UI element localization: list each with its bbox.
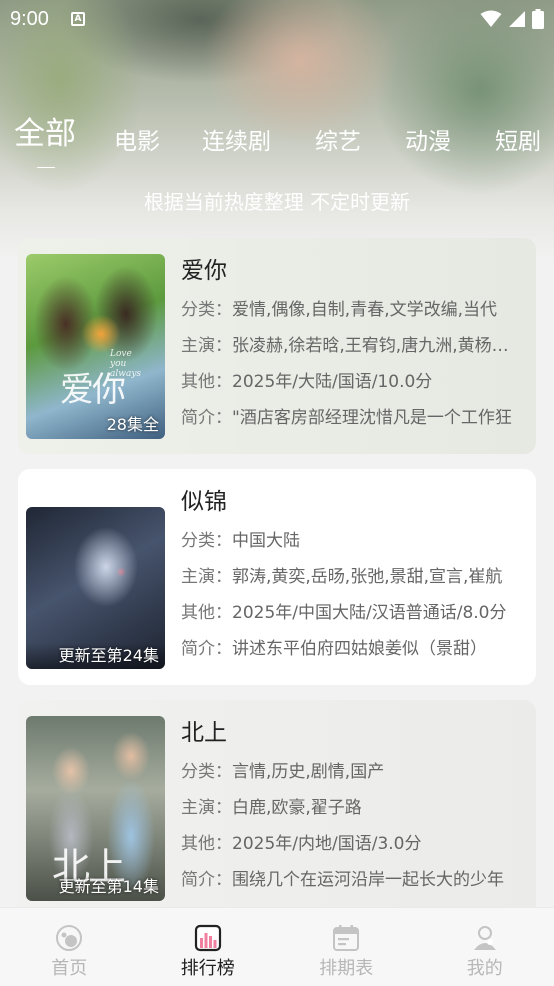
tab-label: 动漫: [405, 129, 451, 155]
intro-value: 讲述东平伯府四姑娘姜似（景甜）: [232, 639, 487, 659]
tab-label: 连续剧: [202, 129, 271, 155]
calendar-icon: [333, 925, 360, 951]
category-value: 中国大陆: [232, 531, 300, 551]
other-value: 2025年/内地/国语/3.0分: [232, 834, 422, 854]
category-value: 言情,历史,剧情,国产: [232, 762, 385, 782]
item-title: 北上: [181, 720, 227, 746]
cast-row: 主演：白鹿,欧豪,翟子路: [181, 790, 519, 826]
other-row: 其他：2025年/内地/国语/3.0分: [181, 826, 519, 862]
nav-ranking[interactable]: 排行榜: [139, 908, 278, 986]
ranking-list: Love you always 爱你 28集全 爱你 分类：爱情,偶像,自制,青…: [18, 238, 536, 931]
category-row: 分类：言情,历史,剧情,国产: [181, 754, 519, 790]
tab-series[interactable]: 连续剧: [202, 122, 271, 156]
tab-variety[interactable]: 综艺: [315, 122, 361, 156]
nav-label: 我的: [466, 958, 503, 979]
nav-profile[interactable]: 我的: [416, 908, 554, 986]
tab-label: 综艺: [315, 129, 361, 155]
cast-label: 主演：: [181, 336, 232, 356]
profile-icon: [473, 926, 496, 950]
other-label: 其他：: [181, 603, 232, 623]
tab-movie[interactable]: 电影: [114, 122, 160, 156]
bottom-navigation: 首页 排行榜 排期表 我的: [0, 907, 554, 986]
other-label: 其他：: [181, 834, 232, 854]
nav-label: 首页: [51, 958, 88, 979]
list-item[interactable]: Love you always 爱你 28集全 爱你 分类：爱情,偶像,自制,青…: [18, 238, 536, 454]
category-label: 分类：: [181, 300, 232, 320]
item-info: 似锦 分类：中国大陆 主演：郭涛,黄奕,岳旸,张弛,景甜,宣言,崔航 其他：20…: [181, 485, 521, 685]
battery-icon: [532, 9, 544, 29]
other-value: 2025年/大陆/国语/10.0分: [232, 372, 433, 392]
episode-badge: 28集全: [106, 415, 159, 434]
poster-image[interactable]: 更新至第24集: [26, 507, 165, 669]
poster-title-art: 爱你: [60, 370, 126, 410]
other-value: 2025年/中国大陆/汉语普通话/8.0分: [232, 603, 507, 623]
tab-label: 电影: [114, 129, 160, 155]
wifi-icon: [480, 10, 502, 27]
nav-schedule[interactable]: 排期表: [277, 908, 416, 986]
intro-value: 围绕几个在运河沿岸一起长大的少年: [232, 870, 504, 890]
intro-row: 简介："酒店客房部经理沈惜凡是一个工作狂: [181, 400, 519, 436]
intro-row: 简介：围绕几个在运河沿岸一起长大的少年: [181, 862, 519, 898]
notification-icon: A: [70, 12, 85, 26]
intro-label: 简介：: [181, 408, 232, 428]
cast-value: 郭涛,黄奕,岳旸,张弛,景甜,宣言,崔航: [232, 567, 503, 587]
intro-row: 简介：讲述东平伯府四姑娘姜似（景甜）: [181, 631, 519, 667]
item-title: 爱你: [181, 258, 227, 284]
tab-label: 短剧: [495, 129, 541, 155]
item-info: 爱你 分类：爱情,偶像,自制,青春,文学改编,当代 主演：张凌赫,徐若晗,王宥钧…: [181, 254, 521, 454]
poster-image[interactable]: Love you always 爱你 28集全: [26, 254, 165, 439]
tab-anime[interactable]: 动漫: [405, 122, 451, 156]
status-icons: [480, 9, 544, 29]
other-row: 其他：2025年/大陆/国语/10.0分: [181, 364, 519, 400]
ranking-icon: [194, 924, 221, 952]
status-bar: 9:00 A: [0, 0, 554, 38]
cast-row: 主演：张凌赫,徐若晗,王宥钧,唐九洲,黄杨钿甜: [181, 328, 519, 364]
intro-value: "酒店客房部经理沈惜凡是一个工作狂: [232, 408, 512, 428]
item-info: 北上 分类：言情,历史,剧情,国产 主演：白鹿,欧豪,翟子路 其他：2025年/…: [181, 716, 521, 916]
list-item[interactable]: 北上 更新至第14集 北上 分类：言情,历史,剧情,国产 主演：白鹿,欧豪,翟子…: [18, 700, 536, 916]
category-label: 分类：: [181, 762, 232, 782]
poster-image[interactable]: 北上 更新至第14集: [26, 716, 165, 901]
cast-value: 张凌赫,徐若晗,王宥钧,唐九洲,黄杨钿甜: [232, 336, 519, 356]
nav-label: 排行榜: [180, 958, 235, 979]
status-time: 9:00: [10, 7, 49, 30]
cast-label: 主演：: [181, 798, 232, 818]
item-title: 似锦: [181, 489, 227, 515]
tab-label: 全部: [14, 116, 76, 152]
episode-badge: 更新至第24集: [26, 643, 165, 669]
episode-badge: 更新至第14集: [58, 877, 159, 896]
tab-all[interactable]: 全部: [14, 108, 76, 168]
category-value: 爱情,偶像,自制,青春,文学改编,当代: [232, 300, 498, 320]
ranking-subtitle: 根据当前热度整理 不定时更新: [143, 190, 411, 214]
intro-label: 简介：: [181, 870, 232, 890]
list-item[interactable]: 更新至第24集 似锦 分类：中国大陆 主演：郭涛,黄奕,岳旸,张弛,景甜,宣言,…: [18, 469, 536, 685]
category-tabs: 全部 电影 连续剧 综艺 动漫 短剧: [0, 108, 554, 168]
cast-label: 主演：: [181, 567, 232, 587]
other-row: 其他：2025年/中国大陆/汉语普通话/8.0分: [181, 595, 519, 631]
intro-label: 简介：: [181, 639, 232, 659]
category-row: 分类：中国大陆: [181, 523, 519, 559]
cast-row: 主演：郭涛,黄奕,岳旸,张弛,景甜,宣言,崔航: [181, 559, 519, 595]
nav-label: 排期表: [319, 958, 374, 979]
category-row: 分类：爱情,偶像,自制,青春,文学改编,当代: [181, 292, 519, 328]
category-label: 分类：: [181, 531, 232, 551]
cellular-icon: [509, 11, 525, 27]
home-icon: [56, 925, 83, 951]
other-label: 其他：: [181, 372, 232, 392]
tab-short-drama[interactable]: 短剧: [495, 122, 541, 156]
active-tab-indicator: [36, 167, 56, 168]
nav-home[interactable]: 首页: [0, 908, 139, 986]
cast-value: 白鹿,欧豪,翟子路: [232, 798, 362, 818]
